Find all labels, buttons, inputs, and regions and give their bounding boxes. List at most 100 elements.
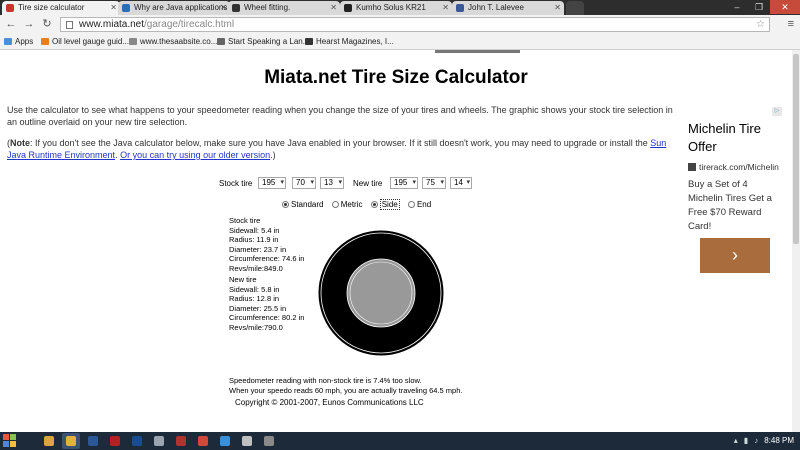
- older-version-link[interactable]: Or you can try using our older version: [120, 150, 270, 160]
- app-11-taskbar-button[interactable]: [260, 433, 278, 449]
- forward-arrow-icon[interactable]: →: [22, 17, 36, 31]
- speedometer-result: Speedometer reading with non-stock tire …: [229, 376, 462, 395]
- app-8-taskbar-button[interactable]: [194, 433, 212, 449]
- tab-label: Tire size calculator: [18, 3, 85, 12]
- close-tab-icon[interactable]: ✕: [220, 1, 227, 15]
- tab-john-lalevee[interactable]: John T. Lalevee ✕: [452, 1, 564, 15]
- app-8-icon: [198, 436, 208, 446]
- stock-width-value: 195: [262, 178, 276, 187]
- system-tray: ▴ ▮ ♪ 8:48 PM: [734, 432, 794, 450]
- acrobat-icon: [110, 436, 120, 446]
- chrome-icon: [66, 436, 76, 446]
- radio-checked-icon: [370, 201, 378, 208]
- tab-wheel-fitting[interactable]: Wheel fitting. ✕: [228, 1, 340, 15]
- radio-label: Side: [379, 199, 400, 210]
- bookmarks-bar: Apps Oil level gauge guid... www.thesaab…: [0, 34, 800, 50]
- java-note: (Note: If you don't see the Java calcula…: [7, 137, 682, 161]
- radio-side[interactable]: Side: [370, 199, 400, 210]
- stock-tire-stats: Stock tire Sidewall: 5.4 in Radius: 11.9…: [229, 216, 304, 274]
- stats-heading: Stock tire: [229, 216, 261, 225]
- radio-label: End: [416, 200, 432, 209]
- network-icon[interactable]: ▮: [744, 432, 748, 450]
- radio-metric[interactable]: Metric: [331, 200, 362, 209]
- minimize-icon[interactable]: –: [726, 0, 748, 14]
- close-tab-icon[interactable]: ✕: [554, 1, 561, 15]
- photoshop-icon: [132, 436, 142, 446]
- note-text: : If you don't see the Java calculator b…: [30, 138, 651, 148]
- stat-sidewall: Sidewall: 5.8 in: [229, 284, 280, 294]
- chevron-down-icon: ▾: [440, 179, 444, 186]
- bookmark-favicon-icon: [41, 38, 49, 45]
- tab-label: Kumho Solus KR21: [356, 3, 426, 12]
- taskbar-clock[interactable]: 8:48 PM: [764, 432, 794, 450]
- tray-arrow-icon[interactable]: ▴: [734, 432, 738, 450]
- bookmark-apps[interactable]: Apps: [3, 34, 33, 49]
- stat-diameter: Diameter: 23.7 in: [229, 244, 287, 254]
- scrollbar-thumb[interactable]: [793, 54, 799, 244]
- filezilla-icon: [176, 436, 186, 446]
- ad-cta-button[interactable]: ›: [700, 238, 770, 273]
- bookmark-saabsite[interactable]: www.thesaabsite.co...: [128, 34, 217, 49]
- page-scrollbar[interactable]: [792, 50, 800, 432]
- windows-taskbar: ▴ ▮ ♪ 8:48 PM: [0, 432, 800, 450]
- stat-circumference: Circumference: 74.6 in: [229, 254, 305, 264]
- chrome-menu-icon[interactable]: ≡: [788, 18, 794, 30]
- ad-url[interactable]: tirerack.com/Michelin: [688, 162, 779, 172]
- bookmark-favicon-icon: [217, 38, 225, 45]
- stock-rim-select[interactable]: 13 ▾: [320, 177, 344, 189]
- internet-explorer-taskbar-button[interactable]: [216, 433, 234, 449]
- tab-kumho-solus[interactable]: Kumho Solus KR21 ✕: [340, 1, 452, 15]
- bookmark-hearst[interactable]: Hearst Magazines, I...: [304, 34, 394, 49]
- stock-aspect-select[interactable]: 70 ▾: [292, 177, 316, 189]
- maximize-icon[interactable]: ❐: [748, 0, 770, 14]
- new-width-select[interactable]: 195 ▾: [390, 177, 418, 189]
- close-window-icon[interactable]: ✕: [770, 0, 800, 14]
- close-tab-icon[interactable]: ✕: [110, 1, 117, 15]
- bookmark-favicon-icon: [129, 38, 137, 45]
- close-tab-icon[interactable]: ✕: [330, 1, 337, 15]
- filezilla-taskbar-button[interactable]: [172, 433, 190, 449]
- photoshop-taskbar-button[interactable]: [128, 433, 146, 449]
- page-title: Miata.net Tire Size Calculator: [264, 67, 528, 88]
- new-tab-button[interactable]: [566, 1, 584, 15]
- note-end: .): [270, 150, 276, 160]
- close-tab-icon[interactable]: ✕: [442, 1, 449, 15]
- stock-aspect-value: 70: [296, 178, 305, 187]
- adchoices-icon[interactable]: ▷: [772, 107, 782, 116]
- radio-checked-icon: [282, 201, 289, 208]
- volume-icon[interactable]: ♪: [754, 432, 758, 450]
- radio-unchecked-icon: [331, 201, 339, 208]
- chrome-taskbar-button[interactable]: [62, 433, 80, 449]
- new-tire-label: New tire: [353, 179, 383, 188]
- back-arrow-icon[interactable]: ←: [4, 17, 18, 31]
- file-explorer-taskbar-button[interactable]: [40, 433, 58, 449]
- apps-grid-icon: [4, 38, 12, 45]
- note-label: Note: [10, 138, 30, 148]
- stock-width-select[interactable]: 195 ▾: [258, 177, 286, 189]
- app-10-taskbar-button[interactable]: [238, 433, 256, 449]
- new-rim-value: 14: [454, 178, 463, 187]
- bookmark-star-icon[interactable]: ☆: [756, 18, 765, 31]
- copyright: Copyright © 2001-2007, Eunos Communicati…: [235, 398, 424, 407]
- word-taskbar-button[interactable]: [84, 433, 102, 449]
- app-6-taskbar-button[interactable]: [150, 433, 168, 449]
- new-aspect-select[interactable]: 75 ▾: [422, 177, 446, 189]
- new-rim-select[interactable]: 14 ▾: [450, 177, 472, 189]
- bookmark-oil-level[interactable]: Oil level gauge guid...: [40, 34, 129, 49]
- stock-rim-value: 13: [324, 178, 333, 187]
- radio-standard[interactable]: Standard: [282, 200, 323, 209]
- reload-icon[interactable]: ↻: [40, 17, 54, 31]
- stat-radius: Radius: 11.9 in: [229, 235, 279, 245]
- tab-tire-size-calculator[interactable]: Tire size calculator ✕: [2, 1, 120, 15]
- chevron-down-icon: ▾: [310, 179, 314, 186]
- acrobat-taskbar-button[interactable]: [106, 433, 124, 449]
- windows-start-icon[interactable]: [3, 434, 16, 447]
- bookmark-start-speaking[interactable]: Start Speaking a Lan...: [216, 34, 309, 49]
- radio-end[interactable]: End: [407, 200, 432, 209]
- chevron-down-icon: ▾: [412, 179, 416, 186]
- kumho-favicon-icon: [344, 4, 352, 12]
- address-bar[interactable]: www.miata.net/garage/tirecalc.html ☆: [60, 17, 770, 32]
- app-10-icon: [242, 436, 252, 446]
- tab-java-applications[interactable]: Why are Java applications ✕: [118, 1, 230, 15]
- ad-headline[interactable]: Michelin Tire Offer: [688, 120, 788, 156]
